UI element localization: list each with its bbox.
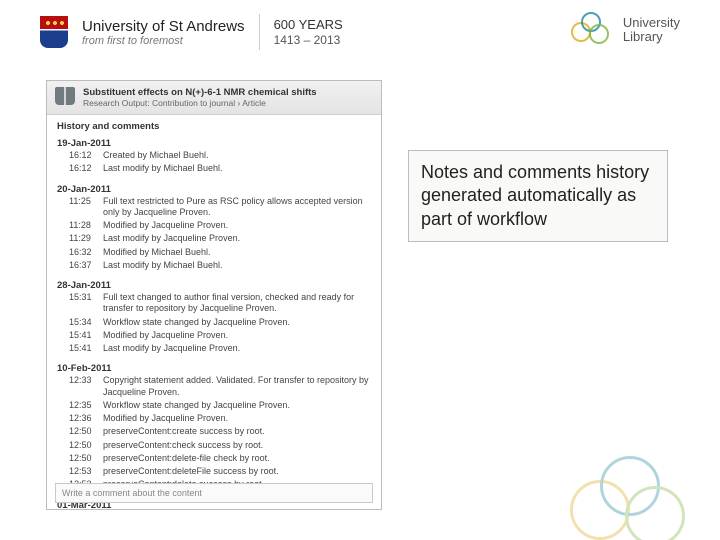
entry-text: Last modify by Jacqueline Proven. [103, 343, 371, 354]
history-entry: 15:34 Workflow state changed by Jacquelin… [57, 316, 371, 329]
anniversary-range: 1413 – 2013 [274, 33, 343, 47]
history-date: 19-Jan-2011 [57, 134, 371, 149]
entry-text: Workflow state changed by Jacqueline Pro… [103, 317, 371, 328]
history-entry: 16:32 Modified by Michael Buehl. [57, 246, 371, 259]
history-entry: 11:28 Modified by Jacqueline Proven. [57, 219, 371, 232]
history-entry: 15:31 Full text changed to author final v… [57, 291, 371, 316]
history-entry: 12:50 preserveContent:check success by ro… [57, 439, 371, 452]
university-name: University of St Andrews [82, 18, 245, 35]
entry-time: 12:33 [69, 375, 95, 398]
divider [259, 14, 260, 50]
slide-header: University of St Andrews from first to f… [0, 0, 720, 60]
entry-text: Modified by Jacqueline Proven. [103, 220, 371, 231]
decorative-rings-icon [570, 450, 700, 540]
entry-time: 12:53 [69, 466, 95, 477]
entry-text: Created by Michael Buehl. [103, 150, 371, 161]
entry-text: Workflow state changed by Jacqueline Pro… [103, 400, 371, 411]
history-day: 20-Jan-201111:25 Full text restricted to … [47, 180, 381, 277]
history-date: 20-Jan-2011 [57, 180, 371, 195]
entry-text: Last modify by Jacqueline Proven. [103, 233, 371, 244]
entry-time: 16:12 [69, 163, 95, 174]
library-logo: University Library [571, 12, 680, 48]
entry-time: 12:50 [69, 453, 95, 464]
publication-icon [55, 87, 75, 105]
history-entry: 15:41 Last modify by Jacqueline Proven. [57, 342, 371, 355]
university-crest-icon [40, 16, 68, 48]
history-entry: 12:50 preserveContent:create success by r… [57, 425, 371, 438]
entry-text: Modified by Michael Buehl. [103, 247, 371, 258]
history-entry: 11:25 Full text restricted to Pure as RSC… [57, 195, 371, 220]
entry-text: Copyright statement added. Validated. Fo… [103, 375, 371, 398]
university-name-block: University of St Andrews from first to f… [82, 18, 245, 47]
entry-text: preserveContent:create success by root. [103, 426, 371, 437]
rings-icon [571, 12, 615, 48]
entry-text: Full text restricted to Pure as RSC poli… [103, 196, 371, 219]
entry-time: 12:35 [69, 400, 95, 411]
history-entry: 16:12 Created by Michael Buehl. [57, 149, 371, 162]
entry-time: 15:41 [69, 330, 95, 341]
history-entry: 16:37 Last modify by Michael Buehl. [57, 259, 371, 272]
entry-time: 11:25 [69, 196, 95, 219]
entry-time: 15:41 [69, 343, 95, 354]
entry-text: preserveContent:deleteFile success by ro… [103, 466, 371, 477]
annotation-callout: Notes and comments history generated aut… [408, 150, 668, 242]
entry-time: 12:50 [69, 426, 95, 437]
entry-text: preserveContent:check success by root. [103, 440, 371, 451]
entry-text: Modified by Jacqueline Proven. [103, 413, 371, 424]
anniversary-title: 600 YEARS [274, 17, 343, 33]
section-heading: History and comments [47, 115, 381, 134]
university-tagline: from first to foremost [82, 35, 245, 47]
entry-time: 16:12 [69, 150, 95, 161]
entry-text: Modified by Jacqueline Proven. [103, 330, 371, 341]
entry-time: 15:31 [69, 292, 95, 315]
entry-time: 12:50 [69, 440, 95, 451]
history-panel: Substituent effects on N(+)-6-1 NMR chem… [46, 80, 382, 510]
entry-time: 12:36 [69, 413, 95, 424]
history-date: 28-Jan-2011 [57, 276, 371, 291]
publication-subtitle: Research Output: Contribution to journal… [83, 98, 317, 108]
history-entry: 16:12 Last modify by Michael Buehl. [57, 162, 371, 175]
history-entry: 12:33 Copyright statement added. Validate… [57, 374, 371, 399]
history-day: 28-Jan-201115:31 Full text changed to aut… [47, 276, 381, 359]
history-entry: 12:53 preserveContent:deleteFile success … [57, 465, 371, 478]
history-entry: 12:50 preserveContent:delete-file check b… [57, 452, 371, 465]
history-day: 10-Feb-201112:33 Copyright statement adde… [47, 359, 381, 495]
entry-time: 15:34 [69, 317, 95, 328]
entry-time: 16:37 [69, 260, 95, 271]
history-list: 19-Jan-201116:12Created by Michael Buehl… [47, 134, 381, 510]
history-date: 10-Feb-2011 [57, 359, 371, 374]
entry-time: 16:32 [69, 247, 95, 258]
history-entry: 12:36 Modified by Jacqueline Proven. [57, 412, 371, 425]
history-day: 19-Jan-201116:12Created by Michael Buehl… [47, 134, 381, 180]
entry-text: Last modify by Michael Buehl. [103, 260, 371, 271]
publication-title: Substituent effects on N(+)-6-1 NMR chem… [83, 87, 317, 98]
anniversary-block: 600 YEARS 1413 – 2013 [274, 17, 343, 47]
history-entry: 15:41 Modified by Jacqueline Proven. [57, 329, 371, 342]
panel-header: Substituent effects on N(+)-6-1 NMR chem… [47, 81, 381, 115]
entry-time: 11:28 [69, 220, 95, 231]
library-label: University Library [623, 16, 680, 45]
history-entry: 11:29 Last modify by Jacqueline Proven. [57, 232, 371, 245]
comment-input[interactable]: Write a comment about the content [55, 483, 373, 503]
entry-time: 11:29 [69, 233, 95, 244]
entry-text: preserveContent:delete-file check by roo… [103, 453, 371, 464]
entry-text: Full text changed to author final versio… [103, 292, 371, 315]
entry-text: Last modify by Michael Buehl. [103, 163, 371, 174]
history-entry: 12:35 Workflow state changed by Jacquelin… [57, 399, 371, 412]
